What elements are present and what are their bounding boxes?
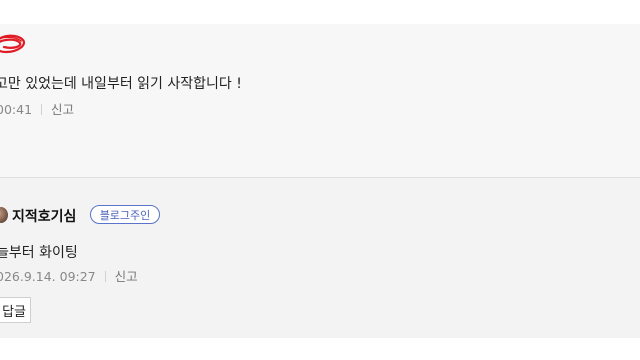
- meta-divider: [104, 271, 106, 282]
- bottom-strip: [0, 338, 640, 360]
- meta-divider: [41, 104, 43, 115]
- report-link[interactable]: 신고: [51, 102, 74, 117]
- comment-text: 고만 있었는데 내일부터 읽기 사작합니다 !: [0, 76, 242, 92]
- comment-author[interactable]: 지적호기심: [12, 206, 76, 226]
- comment-date: 026.9.14. 09:27: [0, 269, 96, 284]
- comment-item: [0, 24, 640, 177]
- comment-meta: 026.9.14. 09:27 신고: [0, 266, 138, 285]
- report-link[interactable]: 신고: [115, 269, 138, 284]
- comment-meta: 00:41 신고: [0, 99, 74, 118]
- comment-item: [0, 178, 640, 338]
- top-strip: [0, 0, 640, 24]
- red-scribble-sticker-icon: [0, 34, 26, 54]
- reply-button[interactable]: 답글: [0, 297, 31, 323]
- blog-owner-badge: 블로그주인: [90, 205, 160, 224]
- comment-time: 00:41: [0, 102, 33, 117]
- comment-text: 늘부터 화이팅: [0, 245, 78, 261]
